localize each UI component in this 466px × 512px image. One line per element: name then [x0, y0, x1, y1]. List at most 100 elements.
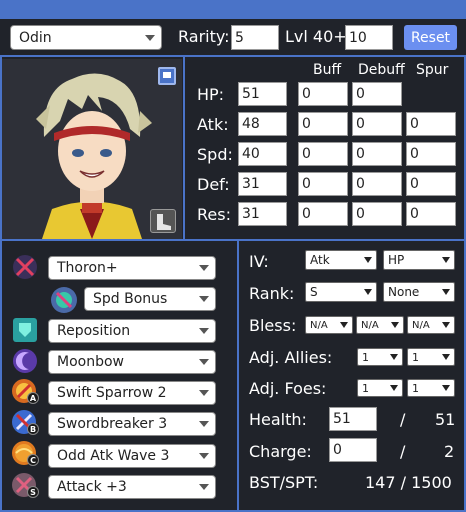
- stat-spur-def-value: 0: [410, 176, 419, 192]
- stat-base-hp[interactable]: 51: [238, 82, 287, 106]
- iv-bane-value: HP: [388, 253, 405, 267]
- bless-value-2: N/A: [361, 319, 379, 331]
- stat-debuff-hp[interactable]: 0: [352, 82, 402, 106]
- stat-buff-res-value: 0: [302, 206, 311, 222]
- charge-input[interactable]: 0: [329, 438, 377, 462]
- weapon-select-value: Thoron+: [57, 260, 118, 276]
- special-select[interactable]: Moonbow: [48, 350, 216, 374]
- bless-select-2[interactable]: N/A: [356, 316, 404, 334]
- blue-flag-icon[interactable]: [158, 67, 176, 85]
- stat-debuff-hp-value: 0: [356, 86, 365, 102]
- iv-bane-select[interactable]: HP: [383, 250, 455, 270]
- health-input[interactable]: 51: [329, 407, 377, 431]
- stat-debuff-atk[interactable]: 0: [352, 112, 402, 136]
- stat-buff-hp-value: 0: [302, 86, 311, 102]
- skill-a-select[interactable]: Swift Sparrow 2: [48, 381, 216, 405]
- rank-select[interactable]: S: [305, 282, 377, 302]
- weapon-select[interactable]: Thoron+: [48, 256, 216, 280]
- merge-input[interactable]: 10: [345, 25, 393, 50]
- rarity-input-value: 5: [235, 29, 244, 46]
- foes-select-1[interactable]: 1: [357, 379, 403, 397]
- chevron-down-icon: [442, 289, 450, 295]
- stat-spur-def[interactable]: 0: [406, 172, 456, 196]
- stat-base-res-value: 31: [242, 206, 260, 222]
- skill-b-select[interactable]: Swordbreaker 3: [48, 412, 216, 436]
- bless-value-3: N/A: [412, 319, 430, 331]
- chevron-down-icon: [364, 257, 372, 263]
- allies-select-2[interactable]: 1: [407, 348, 455, 366]
- chevron-down-icon: [199, 328, 209, 334]
- iv-label: IV:: [249, 252, 269, 271]
- stat-buff-res[interactable]: 0: [298, 202, 348, 226]
- chevron-down-icon: [199, 421, 209, 427]
- rank-label: Rank:: [249, 284, 295, 303]
- app-root: Odin Rarity: 5 Lvl 40+ 10 Reset Buff Deb…: [0, 0, 466, 512]
- chevron-down-icon: [390, 385, 398, 391]
- chevron-down-icon: [199, 265, 209, 271]
- chevron-down-icon: [199, 296, 209, 302]
- stat-debuff-spd[interactable]: 0: [352, 142, 402, 166]
- hero-select-value: Odin: [19, 29, 52, 46]
- assist-select[interactable]: Reposition: [48, 319, 216, 343]
- chevron-down-icon: [442, 385, 450, 391]
- special-select-value: Moonbow: [57, 354, 124, 370]
- stat-debuff-def[interactable]: 0: [352, 172, 402, 196]
- skill-c-select-value: Odd Atk Wave 3: [57, 448, 170, 464]
- special-icon: [13, 349, 37, 373]
- reset-button[interactable]: Reset: [404, 25, 457, 50]
- foes-value-2: 1: [412, 381, 419, 395]
- stat-spur-atk-value: 0: [410, 116, 419, 132]
- chevron-down-icon: [442, 257, 450, 263]
- assist-icon: [13, 318, 37, 342]
- rank-support-select[interactable]: None: [383, 282, 455, 302]
- stat-buff-spd[interactable]: 0: [298, 142, 348, 166]
- stat-label-hp: HP:: [197, 85, 225, 104]
- skill-c-select[interactable]: Odd Atk Wave 3: [48, 444, 216, 468]
- bless-select-3[interactable]: N/A: [407, 316, 455, 334]
- allies-value-1: 1: [362, 350, 369, 364]
- stat-base-def[interactable]: 31: [238, 172, 287, 196]
- stat-base-atk[interactable]: 48: [238, 112, 287, 136]
- chevron-down-icon: [199, 359, 209, 365]
- iv-boon-select[interactable]: Atk: [305, 250, 377, 270]
- stat-debuff-res-value: 0: [356, 206, 365, 222]
- chevron-down-icon: [442, 322, 450, 328]
- skill-a-badge: A: [27, 392, 39, 404]
- stat-base-spd-value: 40: [242, 146, 260, 162]
- seal-select[interactable]: Attack +3: [48, 475, 216, 499]
- stat-debuff-atk-value: 0: [356, 116, 365, 132]
- bless-value-1: N/A: [310, 319, 328, 331]
- level-label: Lvl 40+: [285, 27, 347, 46]
- lower-divider: [237, 240, 239, 512]
- allies-select-1[interactable]: 1: [357, 348, 403, 366]
- stat-base-spd[interactable]: 40: [238, 142, 287, 166]
- chevron-down-icon: [199, 484, 209, 490]
- hero-portrait: [2, 59, 182, 239]
- chevron-down-icon: [391, 322, 399, 328]
- merge-input-value: 10: [349, 29, 367, 46]
- bless-select-1[interactable]: N/A: [305, 316, 353, 334]
- stat-spur-atk[interactable]: 0: [406, 112, 456, 136]
- refine-icon: [51, 287, 77, 313]
- foes-select-2[interactable]: 1: [407, 379, 455, 397]
- stat-buff-spd-value: 0: [302, 146, 311, 162]
- stat-base-res[interactable]: 31: [238, 202, 287, 226]
- stat-buff-atk-value: 0: [302, 116, 311, 132]
- hero-select[interactable]: Odin: [10, 25, 162, 50]
- stat-buff-def[interactable]: 0: [298, 172, 348, 196]
- charge-input-value: 0: [333, 442, 342, 458]
- stat-spur-spd[interactable]: 0: [406, 142, 456, 166]
- stat-buff-def-value: 0: [302, 176, 311, 192]
- stat-debuff-res[interactable]: 0: [352, 202, 402, 226]
- refine-select[interactable]: Spd Bonus: [84, 287, 216, 311]
- stat-spur-res-value: 0: [410, 206, 419, 222]
- portrait-divider: [183, 57, 185, 240]
- stat-spur-res[interactable]: 0: [406, 202, 456, 226]
- foes-value-1: 1: [362, 381, 369, 395]
- stat-buff-hp[interactable]: 0: [298, 82, 348, 106]
- refine-select-value: Spd Bonus: [93, 291, 168, 307]
- boot-icon[interactable]: [150, 209, 176, 233]
- rank-support-value: None: [388, 285, 420, 299]
- stat-buff-atk[interactable]: 0: [298, 112, 348, 136]
- rarity-input[interactable]: 5: [231, 25, 279, 50]
